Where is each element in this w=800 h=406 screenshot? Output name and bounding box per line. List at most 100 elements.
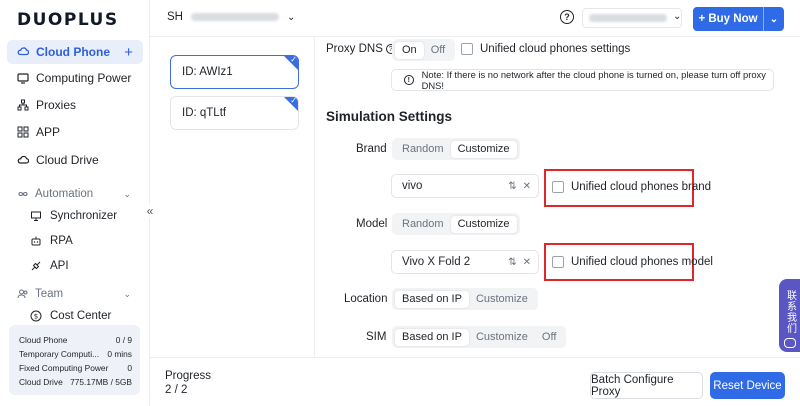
usage-label: Cloud Phone [19,335,68,345]
grid-icon [17,126,29,138]
cloud-icon [17,154,29,166]
account-name-redacted [589,14,667,22]
robot-icon [30,235,42,247]
option-based-on-ip[interactable]: Based on IP [395,290,469,308]
sort-icon: ⇅ [508,180,517,192]
section-label: Automation [35,188,94,200]
option-based-on-ip[interactable]: Based on IP [395,328,469,346]
option-random[interactable]: Random [395,141,451,158]
progress-label: Progress [165,370,212,382]
location-mode-toggle: Based on IP Customize [392,288,538,310]
option-customize[interactable]: Customize [469,291,535,308]
option-off[interactable]: Off [535,329,563,346]
option-customize[interactable]: Customize [450,140,517,158]
api-icon [30,260,42,272]
footer-bar: Progress 2 / 2 Batch Configure Proxy Res… [150,357,800,406]
option-off[interactable]: Off [424,42,452,59]
model-mode-toggle: Random Customize [392,213,520,235]
sidebar-item-cost-center[interactable]: $ Cost Center [30,306,111,326]
team-icon [17,288,29,300]
chevron-down-icon[interactable]: ⌄ [764,14,784,25]
unified-brand-checkbox[interactable]: Unified cloud phones brand [552,181,711,193]
usage-value: 775.17MB / 5GB [70,377,132,387]
add-cloud-phone-icon[interactable]: + [124,44,133,61]
select-value: Vivo X Fold 2 [402,256,471,268]
model-label: Model [356,218,388,230]
usage-row: Temporary Computi... 0 mins [19,347,132,361]
network-icon [17,99,29,111]
clear-icon[interactable]: ✕ [523,181,531,192]
usage-row: Cloud Phone 0 / 9 [19,333,132,347]
monitor-icon [17,72,29,84]
usage-label: Cloud Drive [19,377,63,387]
usage-value: 0 [127,363,132,373]
sidebar-item-api[interactable]: API [30,256,69,276]
sidebar-item-rpa[interactable]: RPA [30,231,73,251]
batch-configure-proxy-button[interactable]: Batch Configure Proxy [590,372,703,399]
select-value: vivo [402,180,423,192]
option-on[interactable]: On [395,41,424,59]
sidebar-item-synchronizer[interactable]: Synchronizer [30,206,117,226]
sidebar-item-proxies[interactable]: Proxies [7,93,143,117]
clear-icon[interactable]: ✕ [523,257,531,268]
sidebar-item-computing-power[interactable]: Computing Power [7,66,143,90]
workspace-selector[interactable]: SH ⌄ [167,11,295,23]
chat-icon [783,338,796,348]
unified-model-checkbox[interactable]: Unified cloud phones model [552,256,713,268]
location-label: Location [344,293,388,305]
proxy-dns-toggle: On Off [392,39,456,61]
top-bar: SH ⌄ ? ⌄ + Buy Now ⌄ [150,0,800,37]
checkbox-label: Unified cloud phones brand [571,181,712,193]
sidebar-item-label: Cloud Phone [36,45,110,59]
info-icon: ! [404,75,414,85]
workspace-name-redacted [190,13,279,21]
sidebar-section-automation[interactable]: Automation ⌄ [7,184,143,204]
option-random[interactable]: Random [395,216,451,233]
device-card[interactable]: ID: AWIz1 ✓ [170,55,299,89]
infinity-icon [17,190,29,198]
device-list: ID: AWIz1 ✓ ID: qTLtf ✓ [150,37,315,357]
device-id: ID: qTLtf [182,107,227,119]
chevron-down-icon: ⌄ [286,11,296,23]
sidebar-item-app[interactable]: APP [7,120,143,144]
usage-row: Fixed Computing Power 0 [19,361,132,375]
duoplus-logo[interactable]: DUOPLUS [17,10,119,30]
note-text: Note: If there is no network after the c… [421,69,766,91]
label-text: Proxy DNS [326,43,383,55]
sidebar-item-label: Cloud Drive [36,153,99,167]
proxy-dns-label: Proxy DNS ? [326,43,396,55]
contact-label: 联系我们 [784,290,796,334]
proxy-dns-note: ! Note: If there is no network after the… [391,69,774,91]
sidebar-item-label: APP [36,125,61,139]
check-icon: ✓ [290,96,297,105]
checkbox[interactable] [552,256,564,268]
sync-icon [30,210,42,222]
sidebar-item-label: Computing Power [36,71,132,85]
buy-now-button[interactable]: + Buy Now ⌄ [693,7,784,31]
usage-value: 0 / 9 [115,335,132,345]
usage-row: Cloud Drive 775.17MB / 5GB [19,375,132,389]
chevron-down-icon[interactable]: ⌄ [673,11,681,22]
option-customize[interactable]: Customize [450,215,517,233]
chevron-down-icon: ⌄ [123,288,131,299]
usage-value: 0 mins [107,349,132,359]
sidebar-item-cloud-phone[interactable]: Cloud Phone + [7,40,143,64]
sidebar-item-cloud-drive[interactable]: Cloud Drive [7,148,143,172]
unified-settings-checkbox[interactable]: Unified cloud phones settings [461,43,630,55]
help-icon[interactable]: ? [560,10,574,24]
chevron-down-icon: ⌄ [123,188,131,199]
model-select[interactable]: Vivo X Fold 2 ⇅ ✕ [391,250,539,274]
device-card[interactable]: ID: qTLtf ✓ [170,96,299,130]
reset-device-button[interactable]: Reset Device [710,372,785,399]
sidebar-section-team[interactable]: Team ⌄ [7,284,143,304]
sort-icon: ⇅ [508,256,517,268]
option-customize[interactable]: Customize [469,329,535,346]
brand-select[interactable]: vivo ⇅ ✕ [391,174,539,198]
checkbox[interactable] [552,181,564,193]
account-selector[interactable] [582,8,682,28]
checkbox[interactable] [461,43,473,55]
contact-us-widget[interactable]: 联系我们 [779,279,800,352]
sidebar-item-label: API [50,260,69,272]
sim-label: SIM [366,331,387,343]
buy-now-label: + Buy Now [698,13,758,25]
